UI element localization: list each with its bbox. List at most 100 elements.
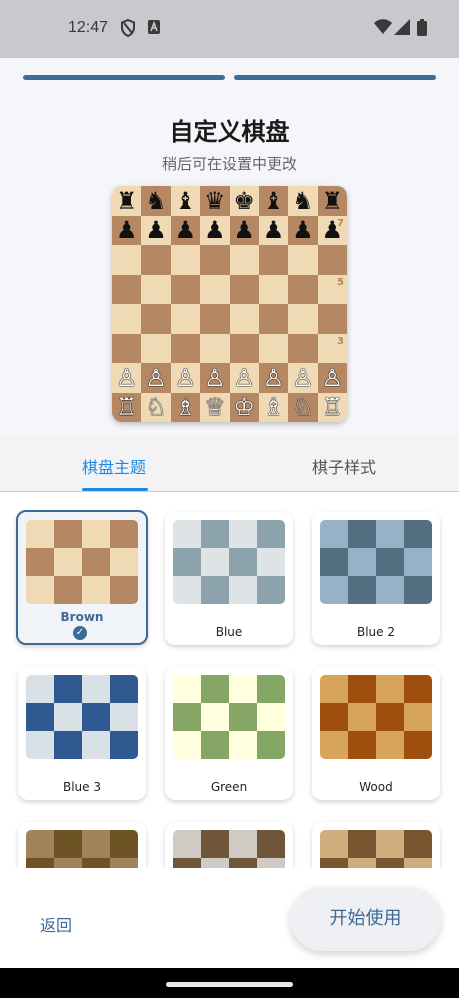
theme-card-green[interactable]: Green bbox=[165, 667, 293, 800]
board-square bbox=[258, 274, 289, 304]
status-bar: 12:47 bbox=[0, 0, 459, 58]
theme-card-item-6[interactable] bbox=[18, 822, 146, 868]
board-square bbox=[229, 245, 259, 275]
board-square: ♟ bbox=[258, 215, 289, 245]
theme-card-wood[interactable]: Wood bbox=[312, 667, 440, 800]
rank-label: 4 bbox=[337, 306, 344, 317]
tab-board-theme[interactable]: 棋盘主题 bbox=[82, 454, 146, 478]
theme-card-blue[interactable]: Blue bbox=[165, 512, 293, 645]
signal-icon bbox=[394, 19, 410, 39]
board-square: ♟ bbox=[200, 215, 230, 245]
page-title: 自定义棋盘 bbox=[169, 118, 290, 146]
board-square bbox=[141, 304, 171, 334]
board-square bbox=[141, 333, 171, 363]
board-square: ♙ bbox=[288, 363, 318, 393]
rank-label: 6 bbox=[337, 247, 344, 258]
page-subtitle: 稍后可在设置中更改 bbox=[161, 155, 297, 173]
board-square: ♟ bbox=[170, 215, 201, 245]
tab-bar: 棋盘主题 棋子样式 bbox=[0, 436, 459, 492]
board-square: ♚ bbox=[229, 186, 259, 216]
theme-card-blue-3[interactable]: Blue 3 bbox=[18, 667, 146, 800]
theme-swatch bbox=[320, 830, 432, 868]
theme-label: Wood bbox=[359, 780, 393, 794]
board-square bbox=[288, 304, 318, 334]
theme-card-item-8[interactable] bbox=[312, 822, 440, 868]
board-square bbox=[258, 304, 289, 334]
board-square bbox=[200, 333, 230, 363]
theme-label: Green bbox=[210, 780, 248, 794]
theme-swatch bbox=[320, 520, 432, 604]
board-square: ♘ bbox=[288, 392, 318, 422]
board-square: ♙ bbox=[258, 363, 289, 393]
theme-card-brown[interactable]: Brown ✓ bbox=[16, 510, 148, 645]
board-square bbox=[170, 274, 201, 304]
board-square: ♔ bbox=[229, 392, 259, 422]
board-square bbox=[288, 274, 318, 304]
theme-label: Brown bbox=[60, 610, 104, 624]
board-square bbox=[112, 274, 142, 304]
board-square: ♟ bbox=[141, 215, 171, 245]
back-button[interactable]: 返回 bbox=[40, 912, 72, 936]
battery-icon bbox=[417, 19, 427, 40]
board-square: ♞ bbox=[288, 186, 318, 216]
tab-piece-style[interactable]: 棋子样式 bbox=[312, 454, 376, 478]
board-square: ♗ bbox=[258, 392, 289, 422]
home-indicator[interactable] bbox=[166, 982, 293, 987]
board-square bbox=[170, 304, 201, 334]
board-square: ♙ bbox=[200, 363, 230, 393]
theme-card-blue-2[interactable]: Blue 2 bbox=[312, 512, 440, 645]
theme-swatch bbox=[26, 520, 138, 604]
board-square bbox=[112, 304, 142, 334]
board-square bbox=[288, 245, 318, 275]
progress-step-2 bbox=[234, 75, 436, 80]
board-square bbox=[200, 245, 230, 275]
board-square: ♖ bbox=[317, 392, 347, 422]
theme-swatch bbox=[26, 830, 138, 868]
board-square: ♛ bbox=[200, 186, 230, 216]
board-square bbox=[200, 274, 230, 304]
board-square: ♕ bbox=[200, 392, 230, 422]
board-square bbox=[170, 245, 201, 275]
board-square: ♗ bbox=[170, 392, 201, 422]
board-square: ♝ bbox=[258, 186, 289, 216]
board-square bbox=[229, 333, 259, 363]
keyboard-icon bbox=[147, 19, 161, 39]
board-square: ♜ bbox=[317, 186, 347, 216]
rank-label: 5 bbox=[337, 276, 344, 288]
board-square: ♙ bbox=[170, 363, 201, 393]
board-square bbox=[112, 245, 142, 275]
theme-swatch bbox=[320, 675, 432, 759]
board-square: ♝ bbox=[170, 186, 201, 216]
theme-grid[interactable]: Brown ✓ Blue Blue 2 Blue 3 Green Wood bbox=[0, 492, 459, 868]
board-square bbox=[229, 304, 259, 334]
shield-icon bbox=[120, 18, 136, 41]
theme-card-item-7[interactable] bbox=[165, 822, 293, 868]
board-square: ♟ bbox=[288, 215, 318, 245]
board-square: ♙ bbox=[112, 363, 142, 393]
status-time: 12:47 bbox=[68, 19, 109, 36]
board-square bbox=[229, 274, 259, 304]
board-square: ♞ bbox=[141, 186, 171, 216]
tab-indicator bbox=[82, 488, 148, 491]
board-square: ♘ bbox=[141, 392, 171, 422]
board-preview: ♜ ♞ ♝ ♛ ♚ ♝ ♞ ♜ ♟ ♟ ♟ ♟ ♟ ♟ ♟ ♟ ♙ ♙ ♙ ♙ ♙ ♙ ♙ ♙ ♖ ♘ ♗ ♕ ♔ ♗ ♘ ♖ 7 6 5 4 3 2 bbox=[112, 186, 347, 422]
start-button[interactable]: 开始使用 bbox=[290, 887, 441, 951]
board-square bbox=[170, 333, 201, 363]
theme-swatch bbox=[173, 675, 285, 759]
board-square: ♖ bbox=[112, 392, 142, 422]
theme-swatch bbox=[173, 830, 285, 868]
board-square bbox=[141, 274, 171, 304]
theme-label: Blue 3 bbox=[62, 780, 101, 794]
board-square: ♟ bbox=[229, 215, 259, 245]
theme-label: Blue bbox=[215, 625, 243, 639]
board-square bbox=[112, 333, 142, 363]
selected-check-icon: ✓ bbox=[73, 626, 87, 640]
board-square: ♜ bbox=[112, 186, 142, 216]
theme-swatch bbox=[173, 520, 285, 604]
board-square bbox=[200, 304, 230, 334]
board-square: ♙ bbox=[229, 363, 259, 393]
rank-label: 7 bbox=[337, 217, 344, 229]
theme-swatch bbox=[26, 675, 138, 759]
board-square bbox=[258, 245, 289, 275]
board-square: ♟ bbox=[112, 215, 142, 245]
